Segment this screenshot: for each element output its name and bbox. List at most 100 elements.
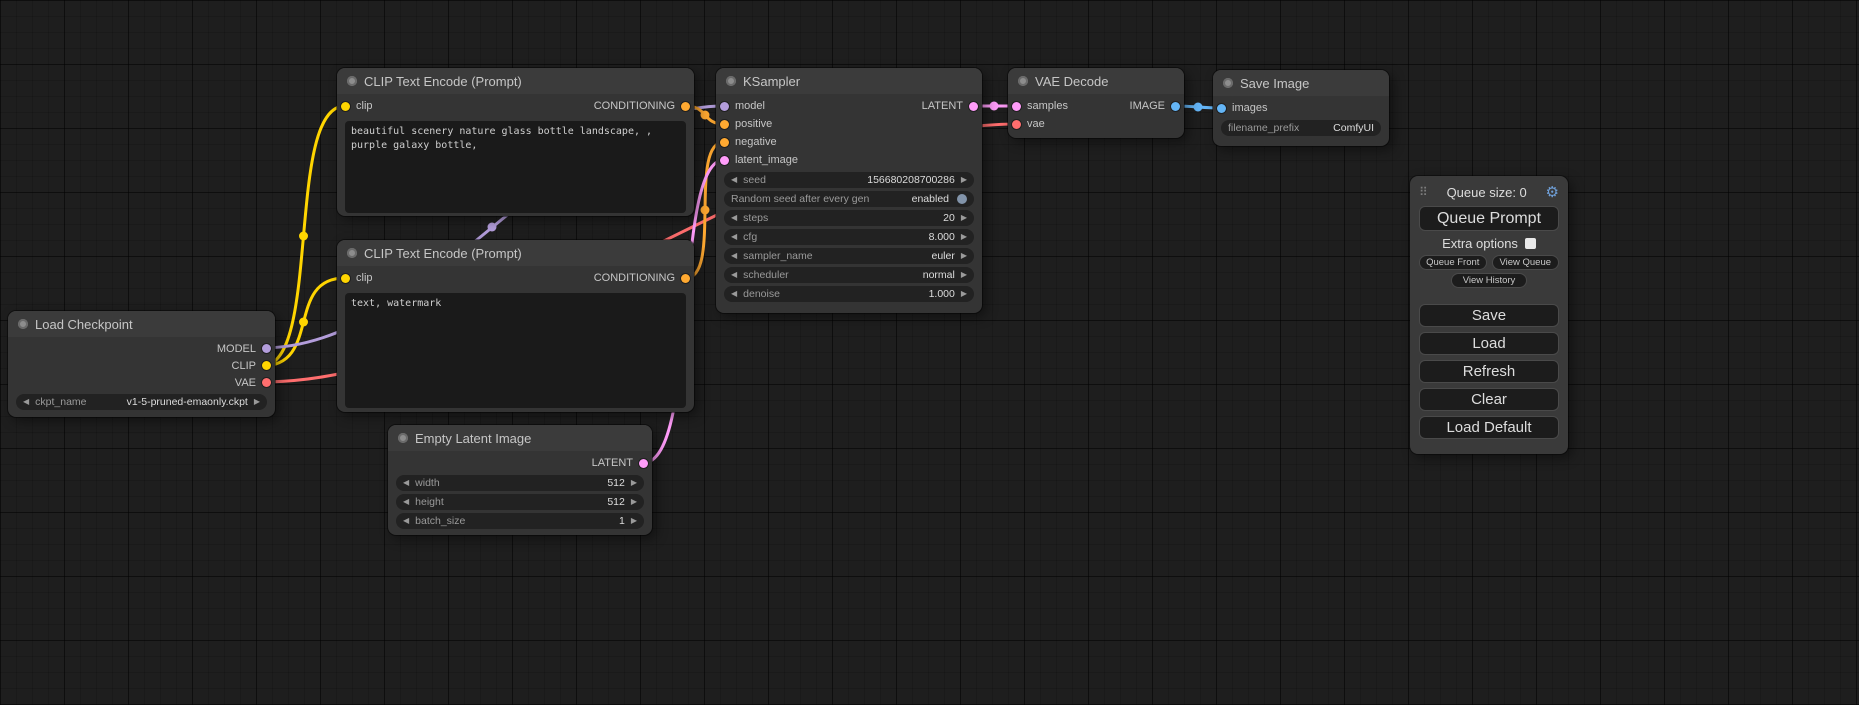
widget-value: 20 (943, 212, 955, 224)
link-midpoint-dot (488, 223, 497, 232)
node-ksampler[interactable]: KSampler model positive negative latent_… (716, 68, 982, 313)
input-slot-vae[interactable] (1012, 120, 1021, 129)
widget-label: height (415, 496, 444, 508)
decrement-arrow-icon[interactable]: ◀ (403, 517, 409, 525)
refresh-button[interactable]: Refresh (1419, 360, 1559, 383)
queue-front-button[interactable]: Queue Front (1419, 255, 1487, 270)
toggle-knob[interactable] (957, 194, 967, 204)
increment-arrow-icon[interactable]: ▶ (631, 479, 637, 487)
widget-cfg[interactable]: ◀ cfg 8.000 ▶ (724, 229, 974, 245)
collapse-dot[interactable] (726, 76, 736, 86)
widget-batch-size[interactable]: ◀ batch_size 1 ▶ (396, 513, 644, 529)
widget-steps[interactable]: ◀ steps 20 ▶ (724, 210, 974, 226)
widget-label: sampler_name (743, 250, 812, 262)
widget-value: euler (931, 250, 954, 262)
node-load-checkpoint[interactable]: Load Checkpoint MODEL CLIP VAE ◀ ckpt_na… (8, 311, 275, 417)
widget-ckpt-name[interactable]: ◀ ckpt_name v1-5-pruned-emaonly.ckpt ▶ (16, 394, 267, 410)
node-title-bar[interactable]: Load Checkpoint (8, 311, 275, 337)
decrement-arrow-icon[interactable]: ◀ (731, 290, 737, 298)
collapse-dot[interactable] (18, 319, 28, 329)
node-title-bar[interactable]: Empty Latent Image (388, 425, 652, 451)
input-slot-clip[interactable] (341, 274, 350, 283)
collapse-dot[interactable] (398, 433, 408, 443)
input-slot-clip[interactable] (341, 102, 350, 111)
save-button[interactable]: Save (1419, 304, 1559, 327)
node-title-bar[interactable]: KSampler (716, 68, 982, 94)
decrement-arrow-icon[interactable]: ◀ (731, 233, 737, 241)
decrement-arrow-icon[interactable]: ◀ (403, 498, 409, 506)
input-label-images: images (1232, 102, 1267, 114)
widget-value: 512 (607, 477, 625, 489)
input-slot-latent-image[interactable] (720, 156, 729, 165)
increment-arrow-icon[interactable]: ▶ (961, 271, 967, 279)
widget-value: 8.000 (929, 231, 955, 243)
queue-prompt-button[interactable]: Queue Prompt (1419, 206, 1559, 231)
node-clip-text-encode-negative[interactable]: CLIP Text Encode (Prompt) clip CONDITION… (337, 240, 694, 412)
decrement-arrow-icon[interactable]: ◀ (731, 271, 737, 279)
widget-value: normal (923, 269, 955, 281)
output-slot-latent[interactable] (639, 459, 648, 468)
increment-arrow-icon[interactable]: ▶ (631, 498, 637, 506)
queue-size-label: Queue size: 0 (1428, 185, 1546, 200)
input-slot-negative[interactable] (720, 138, 729, 147)
node-empty-latent-image[interactable]: Empty Latent Image LATENT ◀ width 512 ▶ … (388, 425, 652, 535)
decrement-arrow-icon[interactable]: ◀ (731, 176, 737, 184)
increment-arrow-icon[interactable]: ▶ (254, 398, 260, 406)
node-title-bar[interactable]: CLIP Text Encode (Prompt) (337, 68, 694, 94)
view-queue-button[interactable]: View Queue (1492, 255, 1560, 270)
input-slot-model[interactable] (720, 102, 729, 111)
extra-options-checkbox[interactable] (1525, 238, 1536, 249)
widget-value: enabled (912, 193, 949, 205)
prompt-textarea[interactable]: text, watermark (345, 293, 686, 408)
view-history-button[interactable]: View History (1451, 273, 1527, 288)
widget-filename-prefix[interactable]: filename_prefix ComfyUI (1221, 120, 1381, 136)
clear-button[interactable]: Clear (1419, 388, 1559, 411)
widget-scheduler[interactable]: ◀ scheduler normal ▶ (724, 267, 974, 283)
widget-width[interactable]: ◀ width 512 ▶ (396, 475, 644, 491)
output-slot-image[interactable] (1171, 102, 1180, 111)
drag-handle-icon[interactable]: ⠿ (1419, 185, 1428, 199)
output-slot-vae[interactable] (262, 378, 271, 387)
decrement-arrow-icon[interactable]: ◀ (23, 398, 29, 406)
increment-arrow-icon[interactable]: ▶ (631, 517, 637, 525)
collapse-dot[interactable] (1223, 78, 1233, 88)
node-graph-canvas[interactable]: Load Checkpoint MODEL CLIP VAE ◀ ckpt_na… (0, 0, 1859, 705)
increment-arrow-icon[interactable]: ▶ (961, 252, 967, 260)
increment-arrow-icon[interactable]: ▶ (961, 233, 967, 241)
output-slot-conditioning[interactable] (681, 274, 690, 283)
load-button[interactable]: Load (1419, 332, 1559, 355)
node-title-bar[interactable]: VAE Decode (1008, 68, 1184, 94)
node-clip-text-encode-positive[interactable]: CLIP Text Encode (Prompt) clip CONDITION… (337, 68, 694, 216)
output-slot-clip[interactable] (262, 361, 271, 370)
node-title-bar[interactable]: CLIP Text Encode (Prompt) (337, 240, 694, 266)
prompt-textarea[interactable]: beautiful scenery nature glass bottle la… (345, 121, 686, 213)
collapse-dot[interactable] (1018, 76, 1028, 86)
increment-arrow-icon[interactable]: ▶ (961, 290, 967, 298)
collapse-dot[interactable] (347, 76, 357, 86)
input-label-clip: clip (356, 272, 373, 284)
widget-sampler-name[interactable]: ◀ sampler_name euler ▶ (724, 248, 974, 264)
widget-denoise[interactable]: ◀ denoise 1.000 ▶ (724, 286, 974, 302)
widget-label: cfg (743, 231, 757, 243)
settings-gear-icon[interactable]: ⚙ (1546, 185, 1559, 200)
decrement-arrow-icon[interactable]: ◀ (731, 214, 737, 222)
node-save-image[interactable]: Save Image images filename_prefix ComfyU… (1213, 70, 1389, 146)
output-slot-latent[interactable] (969, 102, 978, 111)
output-slot-model[interactable] (262, 344, 271, 353)
input-slot-images[interactable] (1217, 104, 1226, 113)
load-default-button[interactable]: Load Default (1419, 416, 1559, 439)
widget-seed[interactable]: ◀ seed 156680208700286 ▶ (724, 172, 974, 188)
widget-random-seed-toggle[interactable]: Random seed after every gen enabled (724, 191, 974, 207)
input-slot-samples[interactable] (1012, 102, 1021, 111)
node-title-bar[interactable]: Save Image (1213, 70, 1389, 96)
output-slot-conditioning[interactable] (681, 102, 690, 111)
widget-height[interactable]: ◀ height 512 ▶ (396, 494, 644, 510)
input-slot-positive[interactable] (720, 120, 729, 129)
decrement-arrow-icon[interactable]: ◀ (731, 252, 737, 260)
increment-arrow-icon[interactable]: ▶ (961, 214, 967, 222)
node-vae-decode[interactable]: VAE Decode samples vae IMAGE (1008, 68, 1184, 138)
link-midpoint-dot (701, 111, 710, 120)
collapse-dot[interactable] (347, 248, 357, 258)
increment-arrow-icon[interactable]: ▶ (961, 176, 967, 184)
decrement-arrow-icon[interactable]: ◀ (403, 479, 409, 487)
